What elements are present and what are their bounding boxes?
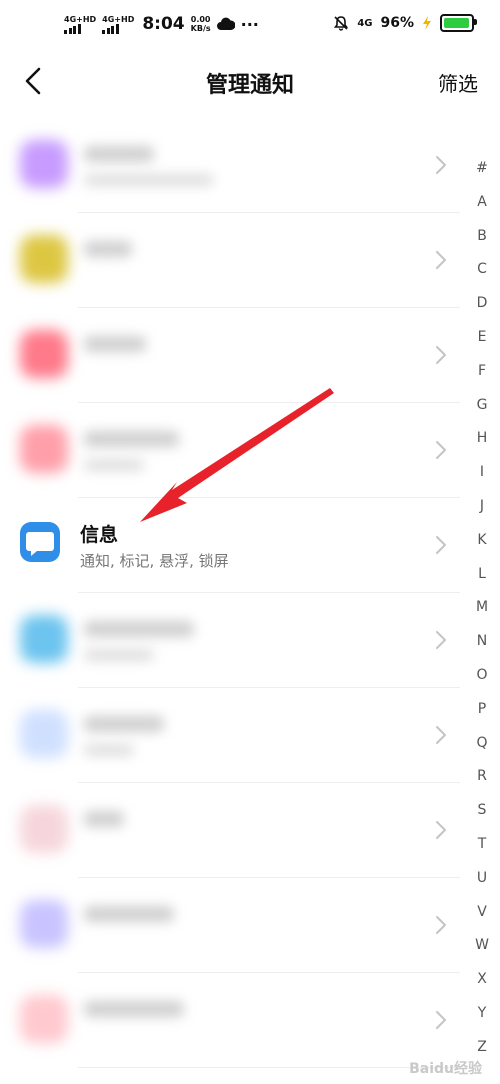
list-item[interactable]	[0, 118, 470, 213]
net-speed-value: 0.00	[190, 15, 211, 24]
alphabet-index-letter[interactable]: C	[470, 259, 494, 293]
blurred-app-name	[84, 431, 179, 447]
list-item[interactable]	[0, 878, 470, 973]
blurred-app-icon	[20, 615, 68, 663]
alphabet-index-letter[interactable]: V	[470, 902, 494, 936]
blurred-app-subtitle	[84, 174, 214, 186]
charging-bolt-icon	[423, 16, 431, 30]
battery-percentage: 96%	[380, 15, 414, 31]
alphabet-index-letter[interactable]: T	[470, 834, 494, 868]
blurred-app-icon	[20, 235, 68, 283]
chevron-right-icon	[436, 821, 446, 839]
battery-icon	[440, 14, 477, 32]
blurred-app-icon	[20, 805, 68, 853]
signal-bars-icon	[64, 23, 81, 34]
blurred-app-name	[84, 906, 174, 922]
list-item-messages[interactable]: 信息通知, 标记, 悬浮, 锁屏	[0, 498, 470, 593]
alphabet-index-letter[interactable]: D	[470, 293, 494, 327]
chevron-right-icon	[436, 441, 446, 459]
alphabet-index-letter[interactable]: A	[470, 192, 494, 226]
blurred-app-icon	[20, 995, 68, 1043]
bell-muted-icon	[334, 16, 349, 31]
blurred-app-icon	[20, 900, 68, 948]
blurred-app-name	[84, 811, 124, 827]
alphabet-index-letter[interactable]: F	[470, 361, 494, 395]
app-name: 信息	[80, 524, 119, 546]
alphabet-index-letter[interactable]: H	[470, 428, 494, 462]
blurred-app-subtitle	[84, 459, 144, 471]
page-title: 管理通知	[205, 73, 294, 98]
chevron-right-icon	[436, 346, 446, 364]
chevron-right-icon	[436, 631, 446, 649]
filter-button[interactable]: 筛选	[438, 68, 478, 97]
network-type-label: 4G+HD	[64, 14, 97, 24]
list-item[interactable]	[0, 973, 470, 1068]
signal-2: 4G+HD	[102, 15, 134, 34]
alphabet-index-letter[interactable]: Q	[470, 733, 494, 767]
blurred-app-name	[84, 146, 154, 162]
alphabet-index-letter[interactable]: O	[470, 665, 494, 699]
status-bar: 4G+HD 4G+HD 8:04 0.00 KB/s ··· 4G 96%	[0, 0, 500, 56]
alphabet-index-letter[interactable]: M	[470, 597, 494, 631]
status-left: 4G+HD 4G+HD 8:04 0.00 KB/s ···	[64, 14, 259, 34]
alphabet-index-letter[interactable]: L	[470, 564, 494, 598]
signal-bars-icon	[102, 23, 119, 34]
list-item[interactable]	[0, 688, 470, 783]
clock: 8:04	[142, 14, 185, 34]
chevron-right-icon	[436, 156, 446, 174]
blurred-app-name	[84, 241, 132, 257]
net-speed: 0.00 KB/s	[191, 15, 211, 33]
list-item[interactable]	[0, 213, 470, 308]
messages-app-icon	[20, 522, 60, 562]
alphabet-index-letter[interactable]: J	[470, 496, 494, 530]
list-item[interactable]	[0, 593, 470, 688]
blurred-app-icon	[20, 330, 68, 378]
net-speed-unit: KB/s	[190, 24, 211, 33]
alphabet-index-letter[interactable]: U	[470, 868, 494, 902]
alphabet-index-letter[interactable]: I	[470, 462, 494, 496]
chevron-right-icon	[436, 726, 446, 744]
blurred-app-subtitle	[84, 649, 154, 661]
alphabet-index-letter[interactable]: K	[470, 530, 494, 564]
blurred-app-icon	[20, 140, 68, 188]
blurred-app-icon	[20, 710, 68, 758]
list-item[interactable]	[0, 308, 470, 403]
alphabet-index-letter[interactable]: E	[470, 327, 494, 361]
alphabet-index-letter[interactable]: Y	[470, 1003, 494, 1037]
alphabet-index-letter[interactable]: P	[470, 699, 494, 733]
list-item[interactable]	[0, 783, 470, 878]
chevron-right-icon	[436, 536, 446, 554]
alphabet-index-letter[interactable]: G	[470, 395, 494, 429]
network-type-label: 4G+HD	[102, 14, 135, 24]
app-notification-types: 通知, 标记, 悬浮, 锁屏	[80, 552, 229, 570]
alphabet-index-letter[interactable]: W	[470, 935, 494, 969]
alphabet-index-letter[interactable]: B	[470, 226, 494, 260]
blurred-app-name	[84, 1001, 184, 1017]
app-header: 管理通知 筛选	[0, 56, 500, 108]
list-item[interactable]	[0, 403, 470, 498]
app-list: 信息通知, 标记, 悬浮, 锁屏	[0, 118, 470, 1068]
status-right: 4G 96%	[333, 14, 477, 32]
chevron-right-icon	[436, 916, 446, 934]
alphabet-index-letter[interactable]: R	[470, 766, 494, 800]
divider	[78, 1067, 460, 1068]
alphabet-index-letter[interactable]: S	[470, 800, 494, 834]
watermark: Baidu经验	[409, 1061, 482, 1077]
more-notifications-icon: ···	[240, 14, 259, 34]
blurred-app-name	[84, 336, 146, 352]
alphabet-index-letter[interactable]: #	[470, 158, 494, 192]
blurred-app-subtitle	[84, 744, 134, 756]
chevron-right-icon	[436, 1011, 446, 1029]
blurred-app-name	[84, 716, 164, 732]
alphabet-index-letter[interactable]: X	[470, 969, 494, 1003]
alphabet-index-letter[interactable]: N	[470, 631, 494, 665]
battery-fill	[444, 18, 470, 28]
network-type-right: 4G	[357, 17, 373, 29]
alphabet-index[interactable]: # A B C D E F G H I J K L M N O P Q R S T U V W X Y Z	[470, 158, 494, 1071]
blurred-app-icon	[20, 425, 68, 473]
blurred-app-name	[84, 621, 194, 637]
cloud-icon	[216, 17, 235, 30]
signal-1: 4G+HD	[64, 15, 96, 34]
chevron-right-icon	[436, 251, 446, 269]
